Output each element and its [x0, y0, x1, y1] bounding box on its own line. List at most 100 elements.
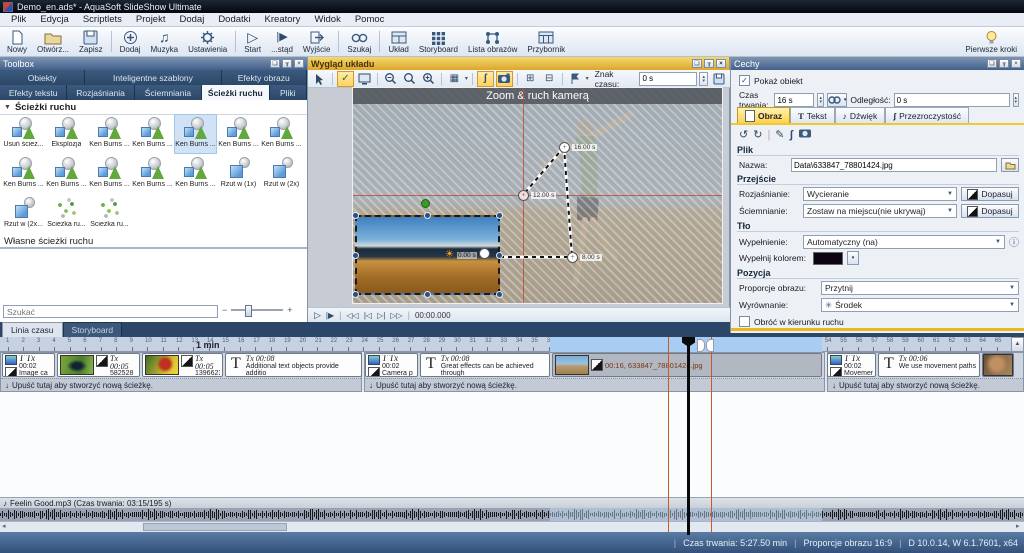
step-back-fast-icon[interactable]: ◁◁ [347, 311, 359, 320]
layout-view-button[interactable]: Układ [383, 28, 413, 55]
zoom-in-plus[interactable]: + [287, 305, 292, 315]
grid-dropdown-arrow[interactable]: ▾ [465, 75, 468, 82]
monitor-icon[interactable] [356, 71, 373, 87]
motion-path-item[interactable]: Ken Burns ... [174, 114, 217, 154]
alignment-select[interactable]: ✳Środek▼ [821, 298, 1019, 312]
motion-path-item[interactable]: Ścieżka ru... [45, 194, 88, 234]
play-icon[interactable]: ▷ [314, 310, 321, 321]
rotate-cw-icon[interactable]: ↻ [753, 128, 762, 141]
pin-button[interactable]: ┰ [282, 59, 292, 68]
sun-keyframe-icon[interactable]: ☀ [445, 249, 454, 260]
distance-spinner[interactable]: ▴▾ [1013, 93, 1019, 107]
grid-icon[interactable]: ▦ [446, 71, 463, 87]
settings-button[interactable]: Ustawienia [183, 28, 232, 55]
playhead-marker[interactable] [697, 339, 705, 352]
motion-paths-section-header[interactable]: ▼ Ścieżki ruchu [0, 100, 307, 115]
drop-track-hint[interactable]: ↓Upuść tutaj aby stworzyć nową ścieżkę. [1, 378, 361, 391]
open-button[interactable]: Otwórz... [32, 28, 74, 55]
aspect-select[interactable]: Przytnij▼ [821, 281, 1019, 295]
tab-sciezki-ruchu[interactable]: Ścieżki ruchu [202, 85, 269, 100]
toolbox-view-button[interactable]: Przybornik [522, 28, 570, 55]
fade-out-select[interactable]: Zostaw na miejscu(nie ukrywaj)▼ [803, 204, 957, 218]
tab-efekty-tekstu[interactable]: Efekty tekstu [0, 85, 67, 100]
tab-obraz[interactable]: Obraz [737, 107, 790, 123]
search-button[interactable]: Szukaj [342, 28, 376, 55]
pen-icon[interactable]: ✎ [775, 128, 784, 141]
start-button[interactable]: ▷ Start [239, 28, 266, 55]
start-from-here-button[interactable]: |▶ ...stąd [266, 28, 298, 55]
play-from-icon[interactable]: |▶ [326, 311, 334, 320]
new-button[interactable]: Nowy [2, 28, 32, 55]
slide-canvas[interactable]: Zoom & ruch kamerą + 16.00 s + 12.00 s +… [353, 88, 722, 303]
timeline-item[interactable]: Tx 00:051396623_3594993 [142, 353, 223, 377]
color-dropdown[interactable]: ▾ [847, 251, 859, 265]
motion-path-item[interactable]: Ken Burns ... [131, 154, 174, 194]
restore-button[interactable]: ❏ [987, 59, 997, 68]
resize-handle[interactable] [496, 291, 503, 298]
rotation-handle[interactable] [421, 199, 430, 208]
motion-path-item[interactable]: Ken Burns ... [174, 154, 217, 194]
save-time-mark-icon[interactable] [710, 71, 727, 87]
motion-path-item[interactable]: Rzut w (2x... [2, 194, 45, 234]
scroll-left-arrow[interactable]: ◂ [2, 522, 6, 530]
exit-button[interactable]: Wyjście [298, 28, 335, 55]
tab-tekst[interactable]: TTekst [790, 107, 835, 123]
storyboard-view-button[interactable]: Storyboard [414, 28, 463, 55]
resize-handle[interactable] [496, 252, 503, 259]
step-back-icon[interactable]: |◁ [364, 311, 372, 320]
tab-sciemniania[interactable]: Ściemniania [135, 85, 202, 100]
remove-keyframe-icon[interactable]: ⊟ [541, 71, 558, 87]
menu-edycja[interactable]: Edycja [33, 14, 76, 25]
waypoint-marker[interactable]: + [559, 142, 570, 153]
show-object-checkbox[interactable]: ✓ [739, 75, 750, 86]
timeline-item[interactable]: Tx 00:05582528_29343218 [57, 353, 140, 377]
motion-path-item[interactable]: Ken Burns ... [88, 114, 131, 154]
motion-path-item[interactable]: Ścieżka ru... [88, 194, 131, 234]
motion-path-item[interactable]: Ken Burns ... [2, 154, 45, 194]
apply-check-icon[interactable]: ✓ [337, 71, 354, 87]
restore-button[interactable]: ❏ [270, 59, 280, 68]
menu-dodatki[interactable]: Dodatki [211, 14, 257, 25]
info-icon[interactable]: ⓘ [1009, 234, 1019, 249]
own-motion-paths-header[interactable]: Własne ścieżki ruchu [0, 235, 307, 249]
step-forward-fast-icon[interactable]: ▷▷ [390, 311, 402, 320]
motion-path-item[interactable]: Ken Burns ... [45, 154, 88, 194]
motion-path-item[interactable]: Rzut w (1x) [217, 154, 260, 194]
motion-path-item[interactable]: Rzut w (2x) [260, 154, 303, 194]
selected-image-object[interactable]: ☀ 0.00 s [355, 215, 500, 295]
tab-storyboard[interactable]: Storyboard [63, 322, 123, 337]
menu-plik[interactable]: Plik [4, 14, 33, 25]
link-icon[interactable]: ▾ [827, 93, 848, 107]
fade-in-adjust-button[interactable]: Dopasuj [961, 187, 1019, 201]
menu-widok[interactable]: Widok [307, 14, 347, 25]
close-icon[interactable]: × [1011, 59, 1021, 68]
zoom-out-minus[interactable]: − [222, 305, 227, 315]
rotate-direction-checkbox[interactable] [739, 316, 750, 327]
camera-keyframe-icon[interactable] [479, 248, 490, 259]
motion-path-item[interactable]: Eksplozja [45, 114, 88, 154]
timeline-item[interactable]: T Tx 00:08Great effects can be achieved … [420, 353, 550, 377]
tab-pliki[interactable]: Pliki [270, 85, 308, 100]
camera-icon[interactable] [496, 71, 513, 87]
timeline-item[interactable]: T Tx00:02Movemen [827, 353, 876, 377]
ruler-scroll-arrow[interactable]: ▲ [1011, 337, 1024, 352]
distance-input[interactable] [894, 93, 1010, 107]
resize-handle[interactable] [496, 212, 503, 219]
insert-keyframe-icon[interactable]: ⊞ [522, 71, 539, 87]
time-mark-input[interactable] [639, 72, 697, 86]
timeline-item[interactable]: T Tx00:02Camera p [365, 353, 418, 377]
add-button[interactable]: Dodaj [115, 28, 146, 55]
resize-handle[interactable] [424, 291, 431, 298]
audio-waveform[interactable] [0, 508, 1024, 521]
zoom-in-icon[interactable] [420, 71, 437, 87]
slider-thumb[interactable] [245, 305, 252, 317]
motion-path-icon[interactable]: ʃ [790, 129, 794, 141]
zoom-fit-icon[interactable] [401, 71, 418, 87]
rotate-ccw-icon[interactable]: ↺ [739, 128, 748, 141]
close-icon[interactable]: × [716, 59, 726, 68]
pin-button[interactable]: ┰ [999, 59, 1009, 68]
scrollbar-thumb[interactable] [143, 523, 287, 531]
timeline-item[interactable]: T Tx00:02Image ca [2, 353, 55, 377]
color-swatch[interactable] [813, 252, 843, 265]
scroll-right-arrow[interactable]: ▸ [1016, 522, 1020, 530]
